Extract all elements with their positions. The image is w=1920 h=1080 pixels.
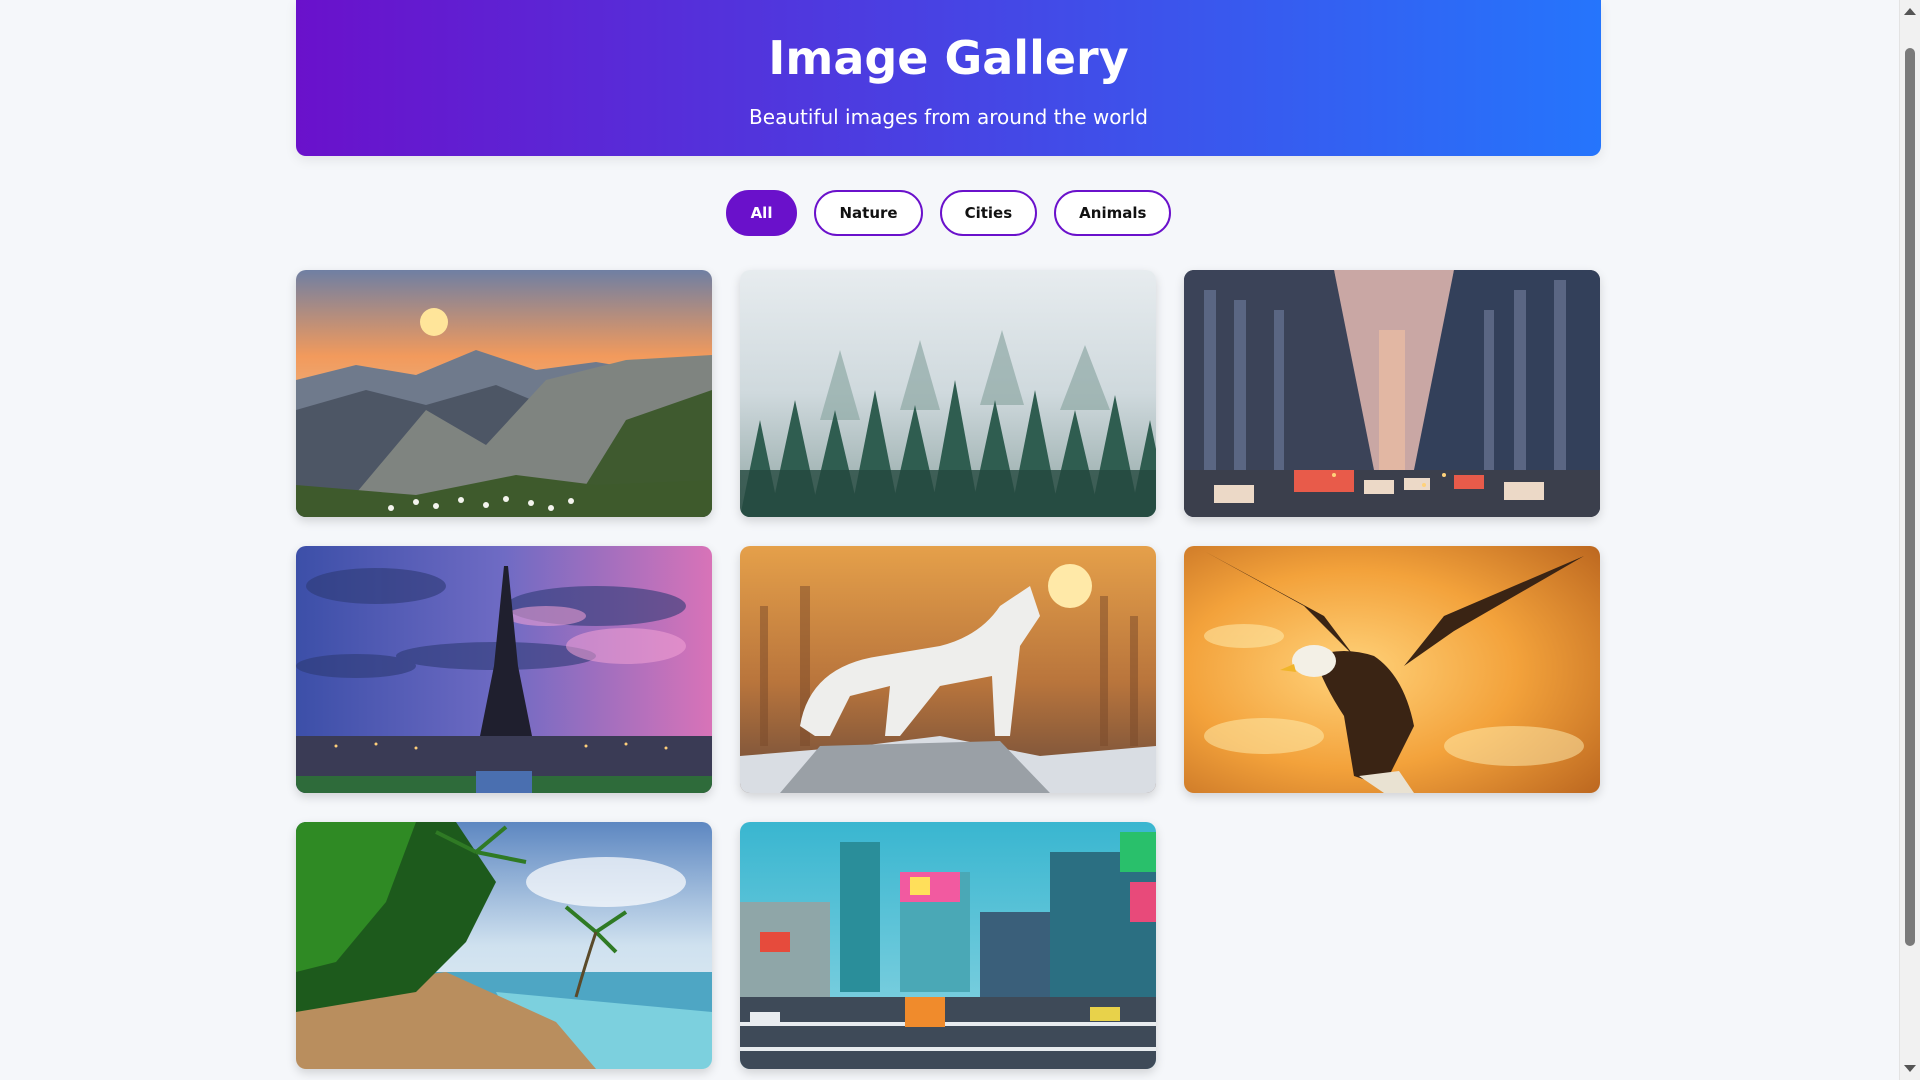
filter-animals-button[interactable]: Animals [1054, 190, 1172, 236]
tropical-beach-image [296, 822, 712, 1069]
gallery-image-city-street[interactable] [1184, 270, 1600, 517]
tokyo-crossing-image [740, 822, 1156, 1069]
scrollbar-thumb[interactable] [1905, 48, 1915, 946]
scroll-down-arrow-icon[interactable] [1904, 1065, 1916, 1072]
filter-all-button[interactable]: All [725, 190, 798, 236]
filter-bar: All Nature Cities Animals [296, 190, 1601, 236]
white-wolf-image [740, 546, 1156, 793]
gallery-image-misty-forest[interactable] [740, 270, 1156, 517]
page-title: Image Gallery [768, 31, 1129, 85]
bald-eagle-image [1184, 546, 1600, 793]
filter-nature-button[interactable]: Nature [814, 190, 923, 236]
vertical-scrollbar[interactable] [1899, 0, 1920, 1080]
gallery-image-tropical-beach[interactable] [296, 822, 712, 1069]
scroll-up-arrow-icon[interactable] [1904, 8, 1916, 15]
filter-cities-button[interactable]: Cities [939, 190, 1038, 236]
gallery-image-mountain-sunset[interactable] [296, 270, 712, 517]
gallery-container: Image Gallery Beautiful images from arou… [296, 0, 1601, 1069]
page-subtitle: Beautiful images from around the world [749, 105, 1148, 129]
gallery-image-bald-eagle[interactable] [1184, 546, 1600, 793]
mountain-sunset-image [296, 270, 712, 517]
gallery-image-tokyo-crossing[interactable] [740, 822, 1156, 1069]
misty-forest-image [740, 270, 1156, 517]
city-street-image [1184, 270, 1600, 517]
image-grid [296, 270, 1601, 1069]
page: Image Gallery Beautiful images from arou… [0, 0, 1920, 1080]
gallery-image-white-wolf[interactable] [740, 546, 1156, 793]
gallery-image-eiffel-tower[interactable] [296, 546, 712, 793]
eiffel-tower-image [296, 546, 712, 793]
header-banner: Image Gallery Beautiful images from arou… [296, 0, 1601, 156]
